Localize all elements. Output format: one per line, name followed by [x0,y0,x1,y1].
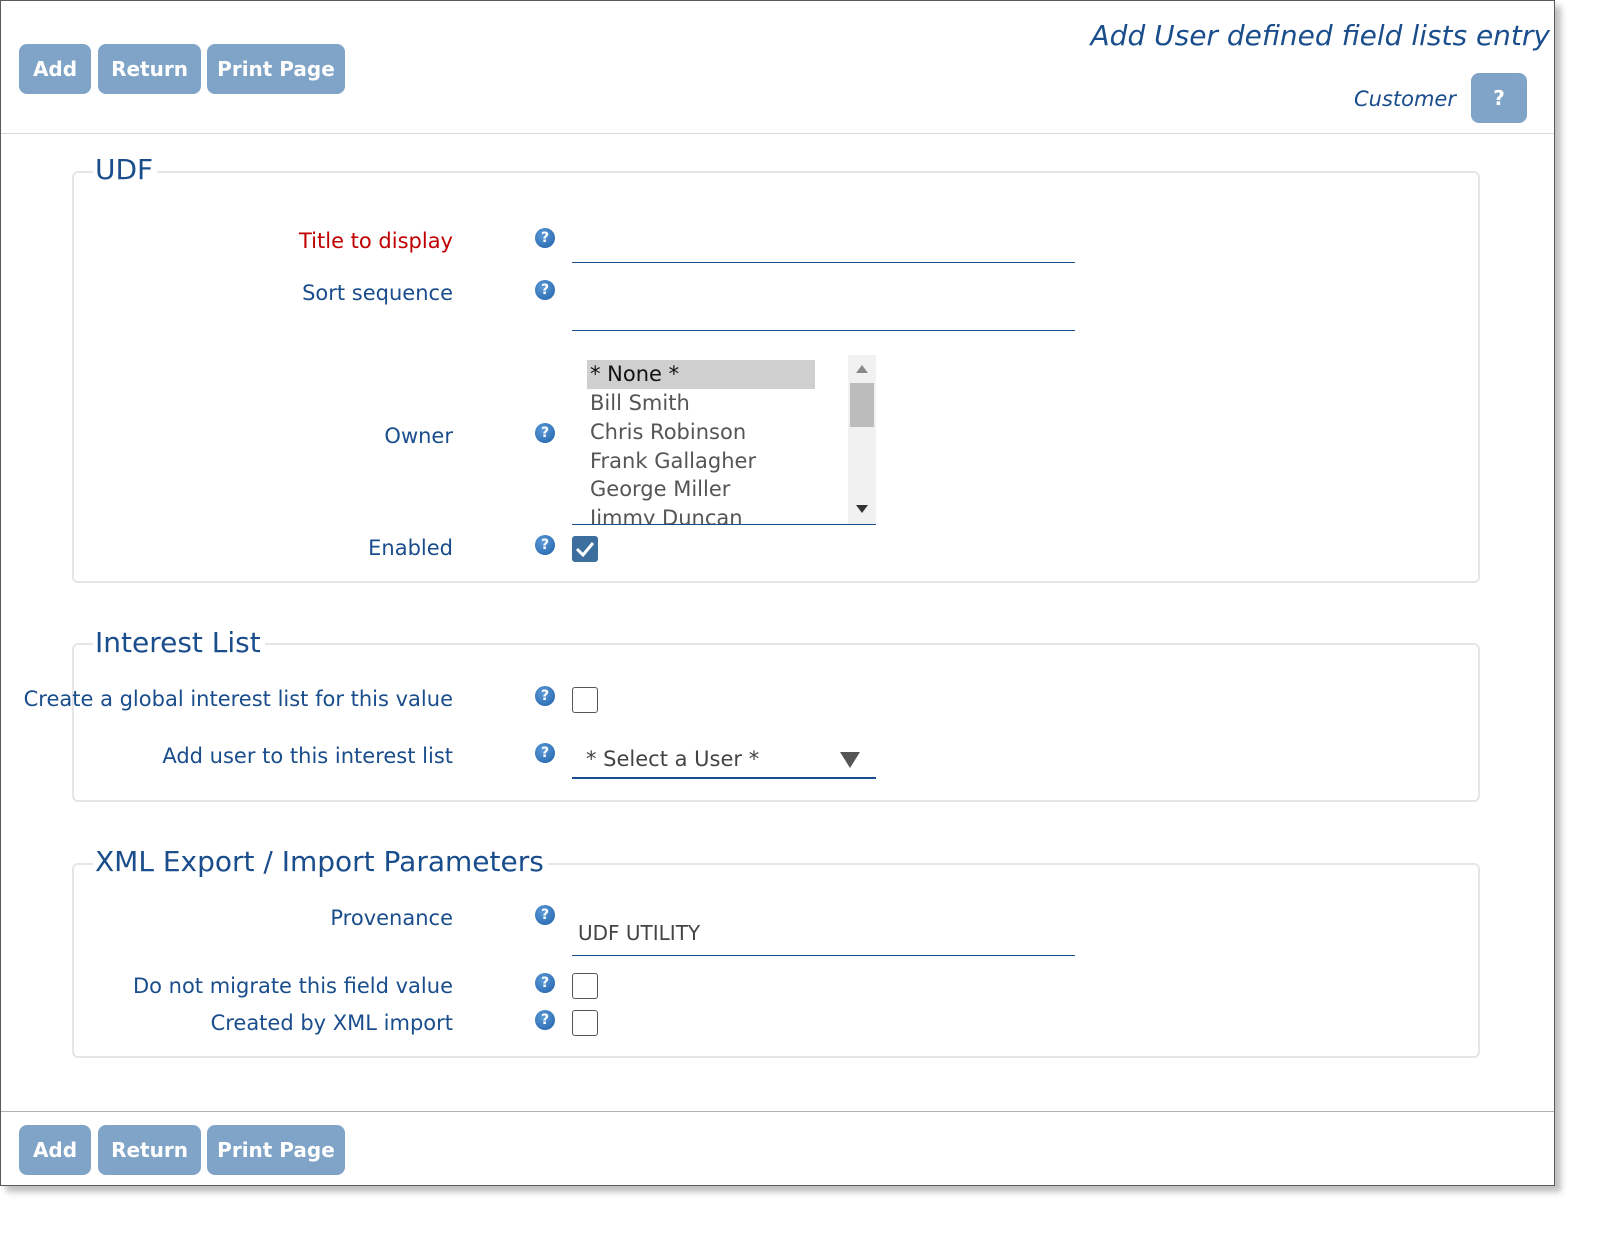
owner-listbox[interactable]: * None * Bill Smith Chris Robinson Frank… [572,355,876,525]
add-button-bottom[interactable]: Add [19,1125,91,1175]
title-input[interactable] [572,223,1075,263]
created-by-xml-label: Created by XML import [210,1011,453,1035]
owner-option[interactable]: * None * [587,360,815,389]
page-frame: Add Return Print Page Add User defined f… [0,0,1555,1186]
sort-sequence-input[interactable] [572,271,1075,331]
enabled-checkbox[interactable] [572,536,598,562]
header-divider [1,133,1554,134]
owner-label: Owner [384,424,453,448]
user-select-value: * Select a User * [586,747,760,771]
dropdown-arrow-icon[interactable] [840,752,860,768]
owner-option[interactable]: George Miller [587,475,815,504]
add-user-label: Add user to this interest list [162,744,453,768]
global-interest-label: Create a global interest list for this v… [23,687,453,711]
owner-scrollbar[interactable] [848,355,876,524]
question-icon[interactable]: ? [535,280,555,300]
provenance-input[interactable]: UDF UTILITY [572,915,1075,956]
title-label: Title to display [298,229,453,253]
no-migrate-label: Do not migrate this field value [132,974,453,998]
return-button-top[interactable]: Return [98,44,201,94]
print-page-button-bottom[interactable]: Print Page [207,1125,345,1175]
checkmark-icon [575,542,595,557]
owner-option[interactable]: Frank Gallagher [587,447,815,476]
no-migrate-checkbox[interactable] [572,973,598,999]
enabled-label: Enabled [368,536,453,560]
global-interest-checkbox[interactable] [572,687,598,713]
xml-legend: XML Export / Import Parameters [93,845,548,878]
owner-option[interactable]: Bill Smith [587,389,815,418]
footer-divider [1,1111,1554,1112]
user-select[interactable]: * Select a User * [572,739,876,779]
question-icon[interactable]: ? [535,973,555,993]
udf-legend: UDF [93,153,158,186]
return-button-bottom[interactable]: Return [98,1125,201,1175]
scrollbar-thumb[interactable] [850,383,874,427]
question-icon[interactable]: ? [535,423,555,443]
question-icon[interactable]: ? [535,228,555,248]
provenance-label: Provenance [330,906,453,930]
scroll-down-icon[interactable] [856,505,868,513]
created-by-xml-checkbox[interactable] [572,1010,598,1036]
question-icon[interactable]: ? [535,905,555,925]
add-button-top[interactable]: Add [19,44,91,94]
sort-sequence-label: Sort sequence [302,281,453,305]
scroll-up-icon[interactable] [856,365,868,373]
question-icon[interactable]: ? [535,1010,555,1030]
help-button[interactable]: ? [1471,73,1527,123]
page-title: Add User defined field lists entry [1090,19,1550,52]
question-icon[interactable]: ? [535,743,555,763]
owner-option[interactable]: Jimmy Duncan [587,504,815,524]
print-page-button-top[interactable]: Print Page [207,44,345,94]
subject-label: Customer [1353,87,1456,111]
question-icon[interactable]: ? [535,686,555,706]
interest-legend: Interest List [93,626,265,659]
question-icon[interactable]: ? [535,535,555,555]
owner-option[interactable]: Chris Robinson [587,418,815,447]
